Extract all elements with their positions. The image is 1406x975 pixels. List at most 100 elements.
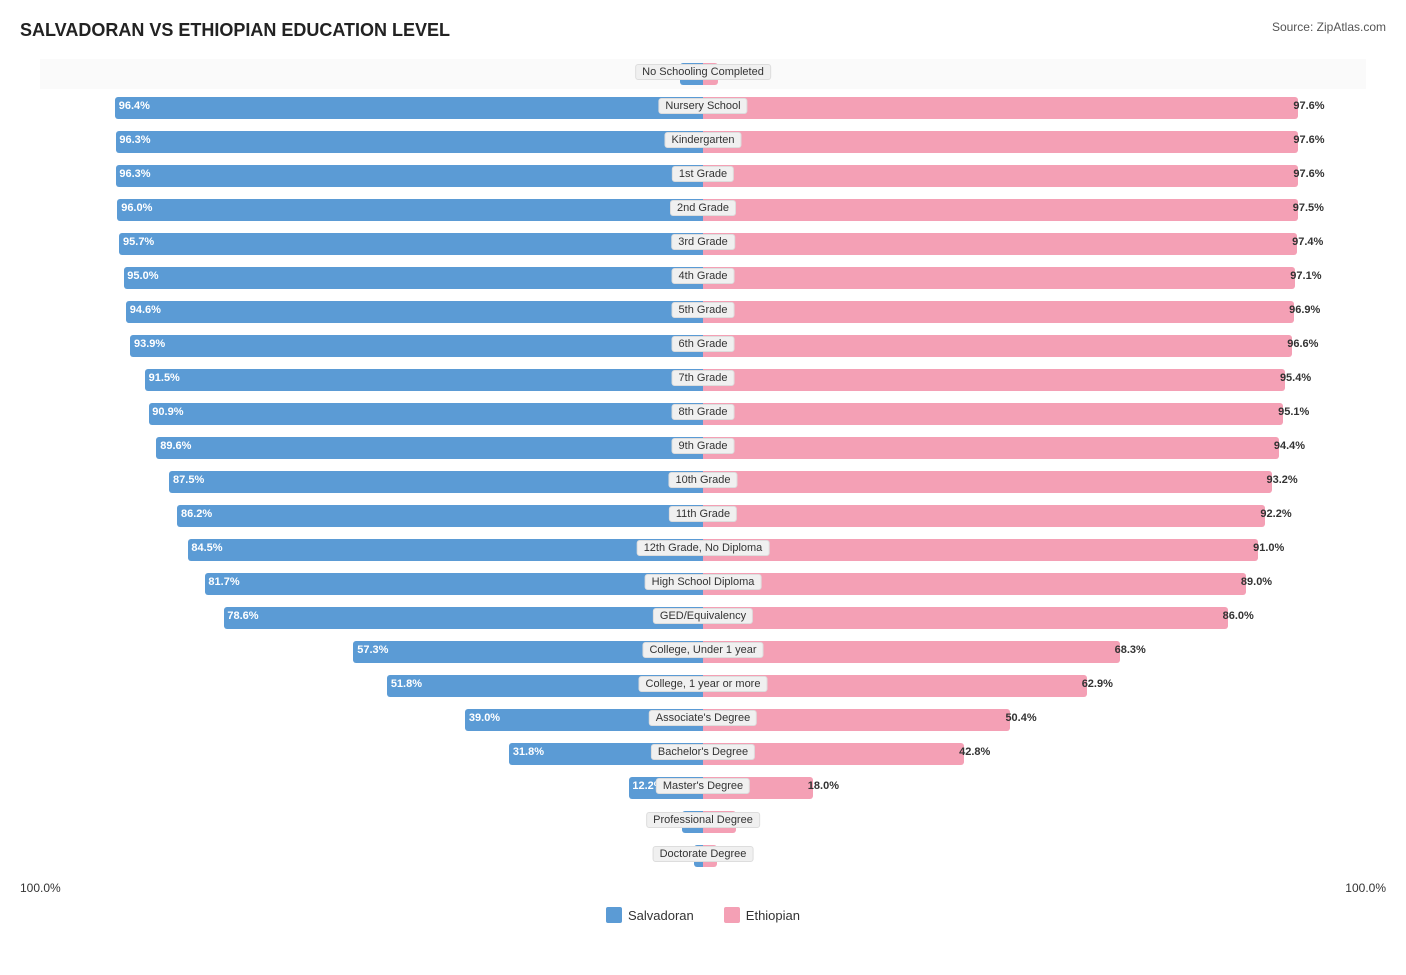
bar-left: [145, 369, 703, 391]
center-label: 2nd Grade: [670, 200, 736, 216]
bar-value-left: 51.8%: [391, 678, 422, 690]
center-label: 11th Grade: [669, 506, 737, 522]
bar-value-right: 96.9%: [1289, 304, 1320, 316]
bar-right: [703, 267, 1295, 289]
bar-value-left: 95.7%: [123, 236, 154, 248]
center-label: Nursery School: [658, 98, 747, 114]
bar-value-left: 93.9%: [134, 338, 165, 350]
center-label: No Schooling Completed: [635, 64, 771, 80]
axis-right: 100.0%: [1345, 881, 1386, 895]
bar-right: [703, 199, 1298, 221]
bar-left: [205, 573, 703, 595]
center-label: 5th Grade: [672, 302, 735, 318]
bar-value-right: 93.2%: [1267, 474, 1298, 486]
bar-left: [116, 131, 703, 153]
legend: Salvadoran Ethiopian: [20, 907, 1386, 923]
bar-right: [703, 233, 1297, 255]
bar-value-right: 97.4%: [1292, 236, 1323, 248]
bar-value-left: 95.0%: [127, 270, 158, 282]
bar-left: [177, 505, 703, 527]
bar-right: [703, 335, 1292, 357]
center-label: High School Diploma: [645, 574, 762, 590]
bar-value-right: 86.0%: [1223, 610, 1254, 622]
center-label: 12th Grade, No Diploma: [637, 540, 770, 556]
bar-value-right: 68.3%: [1115, 644, 1146, 656]
bar-value-left: 94.6%: [130, 304, 161, 316]
bar-left: [116, 165, 703, 187]
axis-left: 100.0%: [20, 881, 61, 895]
chart-row: 3.5%5.4%Professional Degree: [40, 807, 1366, 837]
bar-left: [130, 335, 703, 357]
bar-value-right: 89.0%: [1241, 576, 1272, 588]
center-label: Bachelor's Degree: [651, 744, 755, 760]
bar-right: [703, 641, 1120, 663]
bar-value-left: 91.5%: [149, 372, 180, 384]
bar-value-right: 97.5%: [1293, 202, 1324, 214]
center-label: 8th Grade: [672, 404, 735, 420]
bar-left: [224, 607, 703, 629]
bar-value-right: 95.1%: [1278, 406, 1309, 418]
chart-source: Source: ZipAtlas.com: [1272, 20, 1386, 34]
chart-row: 94.6% 96.9% 5th Grade: [40, 297, 1366, 327]
bar-left: [124, 267, 704, 289]
bar-value-left: 96.3%: [119, 168, 150, 180]
bar-right: [703, 505, 1265, 527]
center-label: Professional Degree: [646, 812, 760, 828]
bar-right: [703, 165, 1298, 187]
chart-row: 39.0%50.4%Associate's Degree: [40, 705, 1366, 735]
bar-value-left: 96.0%: [121, 202, 152, 214]
bar-left: [149, 403, 703, 425]
bar-value-right: 97.6%: [1293, 100, 1324, 112]
axis-row: 100.0% 100.0%: [20, 881, 1386, 895]
bar-value-right: 97.6%: [1293, 134, 1324, 146]
bar-value-left: 57.3%: [357, 644, 388, 656]
bar-value-right: 62.9%: [1082, 678, 1113, 690]
bar-left: [188, 539, 703, 561]
bar-right: [703, 97, 1298, 119]
bar-value-left: 96.4%: [119, 100, 150, 112]
center-label: 3rd Grade: [671, 234, 735, 250]
center-label: Kindergarten: [665, 132, 742, 148]
bar-value-left: 31.8%: [513, 746, 544, 758]
center-label: Doctorate Degree: [653, 846, 754, 862]
salvadoran-label: Salvadoran: [628, 908, 694, 923]
chart-header: SALVADORAN VS ETHIOPIAN EDUCATION LEVEL …: [20, 20, 1386, 41]
bar-value-right: 42.8%: [959, 746, 990, 758]
bar-right: [703, 369, 1285, 391]
bar-left: [126, 301, 703, 323]
chart-row: 95.7% 97.4% 3rd Grade: [40, 229, 1366, 259]
chart-row: 81.7% 89.0% High School Diploma: [40, 569, 1366, 599]
center-label: College, Under 1 year: [642, 642, 763, 658]
bar-value-left: 39.0%: [469, 712, 500, 724]
bar-left: [117, 199, 703, 221]
bar-right: [703, 301, 1294, 323]
bar-value-right: 94.4%: [1274, 440, 1305, 452]
chart-row: 84.5%91.0%12th Grade, No Diploma: [40, 535, 1366, 565]
bar-left: [115, 97, 703, 119]
bar-right: [703, 607, 1228, 629]
chart-row: 12.2%18.0%Master's Degree: [40, 773, 1366, 803]
bar-value-left: 84.5%: [191, 542, 222, 554]
chart-row: 93.9%96.6%6th Grade: [40, 331, 1366, 361]
center-label: College, 1 year or more: [639, 676, 768, 692]
center-label: 10th Grade: [668, 472, 737, 488]
bar-right: [703, 131, 1298, 153]
chart-area: 3.7%2.4%No Schooling Completed 96.4% 97.6%…: [20, 59, 1386, 871]
bar-right: [703, 573, 1246, 595]
chart-row: 3.7%2.4%No Schooling Completed: [40, 59, 1366, 89]
bar-left: [169, 471, 703, 493]
bar-value-left: 89.6%: [160, 440, 191, 452]
center-label: GED/Equivalency: [653, 608, 753, 624]
bar-value-left: 78.6%: [227, 610, 258, 622]
bar-right: [703, 471, 1272, 493]
bar-value-right: 97.6%: [1293, 168, 1324, 180]
bar-value-left: 87.5%: [173, 474, 204, 486]
bar-value-left: 81.7%: [208, 576, 239, 588]
center-label: 4th Grade: [672, 268, 735, 284]
bar-right: [703, 403, 1283, 425]
chart-row: 31.8% 42.8% Bachelor's Degree: [40, 739, 1366, 769]
chart-row: 78.6% 86.0% GED/Equivalency: [40, 603, 1366, 633]
bar-value-right: 97.1%: [1290, 270, 1321, 282]
chart-row: 91.5%95.4%7th Grade: [40, 365, 1366, 395]
chart-row: 89.6%94.4%9th Grade: [40, 433, 1366, 463]
